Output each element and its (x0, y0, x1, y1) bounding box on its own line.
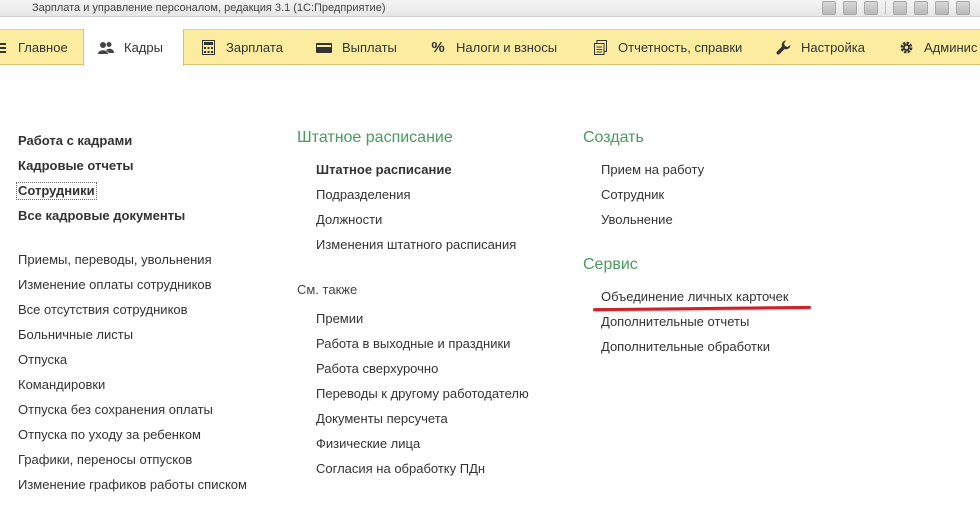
list-item[interactable]: Согласия на обработку ПДн (316, 461, 485, 477)
table-icon[interactable] (935, 1, 949, 15)
section-main[interactable]: Главное (0, 30, 68, 65)
section-administration[interactable]: Админис (898, 30, 977, 65)
section-label: Настройка (801, 40, 865, 55)
section-label: Кадры (124, 40, 163, 55)
list-item[interactable]: Отпуска (18, 352, 67, 368)
link-all-personnel-documents[interactable]: Все кадровые документы (18, 208, 185, 224)
wallet-icon (316, 40, 332, 56)
section-salary[interactable]: Зарплата (200, 30, 283, 65)
link-positions[interactable]: Должности (316, 212, 382, 228)
percent-icon: % (431, 39, 445, 56)
documents-icon (592, 40, 608, 56)
link-departments[interactable]: Подразделения (316, 187, 411, 203)
link-additional-reports[interactable]: Дополнительные отчеты (601, 314, 749, 330)
list-item[interactable]: Приемы, переводы, увольнения (18, 252, 212, 268)
link-create-employee[interactable]: Сотрудник (601, 187, 664, 203)
section-label: Выплаты (342, 40, 397, 55)
menu-icon (0, 40, 6, 56)
group-title-staffing: Штатное расписание (297, 129, 453, 146)
wrench-icon (775, 40, 791, 56)
link-employees[interactable]: Сотрудники (16, 182, 97, 200)
gear-icon (898, 40, 914, 56)
link-create-hiring[interactable]: Прием на работу (601, 162, 704, 178)
list-item[interactable]: Все отсутствия сотрудников (18, 302, 188, 318)
list-item[interactable]: Отпуска по уходу за ребенком (18, 427, 201, 443)
list-item[interactable]: Документы персучета (316, 411, 448, 427)
list-item[interactable]: Больничные листы (18, 327, 133, 343)
section-label: Налоги и взносы (456, 40, 558, 55)
link-staffing-table[interactable]: Штатное расписание (316, 162, 452, 178)
group-title-service: Сервис (583, 256, 638, 273)
link-staffing-changes[interactable]: Изменения штатного расписания (316, 237, 516, 253)
section-content: Работа с кадрами Кадровые отчеты Сотрудн… (0, 66, 980, 532)
link-personnel-reports[interactable]: Кадровые отчеты (18, 158, 133, 174)
section-label: Зарплата (226, 40, 283, 55)
list-item[interactable]: Работа сверхурочно (316, 361, 438, 377)
list-item[interactable]: Физические лица (316, 436, 420, 452)
section-taxes[interactable]: % Налоги и взносы (430, 30, 557, 65)
see-also-label: См. также (297, 282, 358, 297)
window-title: Зарплата и управление персоналом, редакц… (32, 2, 386, 14)
print-preview-icon[interactable] (864, 1, 878, 15)
list-item[interactable]: Изменение графиков работы списком (18, 477, 247, 493)
sections-panel: Главное Кадры Зарплата Выплаты % Налоги … (0, 29, 980, 66)
titlebar-toolbar (822, 1, 970, 15)
calendar-icon[interactable] (956, 1, 970, 15)
list-item[interactable]: Премии (316, 311, 363, 327)
window-titlebar: Зарплата и управление персоналом, редакц… (0, 0, 980, 17)
print-icon[interactable] (843, 1, 857, 15)
save-icon[interactable] (822, 1, 836, 15)
list-item[interactable]: Графики, переносы отпусков (18, 452, 192, 468)
section-reports[interactable]: Отчетность, справки (592, 30, 742, 65)
highlight-underline (592, 305, 812, 312)
section-payments[interactable]: Выплаты (316, 30, 397, 65)
link-create-dismissal[interactable]: Увольнение (601, 212, 673, 228)
list-item[interactable]: Командировки (18, 377, 105, 393)
link-personnel-work[interactable]: Работа с кадрами (18, 133, 132, 149)
list-item[interactable]: Работа в выходные и праздники (316, 336, 510, 352)
toolbar-separator (885, 1, 886, 15)
link-additional-processing[interactable]: Дополнительные обработки (601, 339, 770, 355)
section-personnel[interactable]: Кадры (83, 29, 184, 66)
list-item[interactable]: Переводы к другому работодателю (316, 386, 529, 402)
section-label: Отчетность, справки (618, 40, 743, 55)
section-settings[interactable]: Настройка (775, 30, 865, 65)
calculator-icon (200, 40, 216, 56)
group-title-create: Создать (583, 129, 644, 146)
link-merge-personal-cards[interactable]: Объединение личных карточек (601, 289, 789, 305)
section-label: Главное (18, 40, 68, 55)
upload-icon[interactable] (893, 1, 907, 15)
people-icon (98, 40, 114, 56)
list-item[interactable]: Отпуска без сохранения оплаты (18, 402, 213, 418)
document-icon[interactable] (914, 1, 928, 15)
section-label: Админис (924, 40, 978, 55)
list-item[interactable]: Изменение оплаты сотрудников (18, 277, 212, 293)
